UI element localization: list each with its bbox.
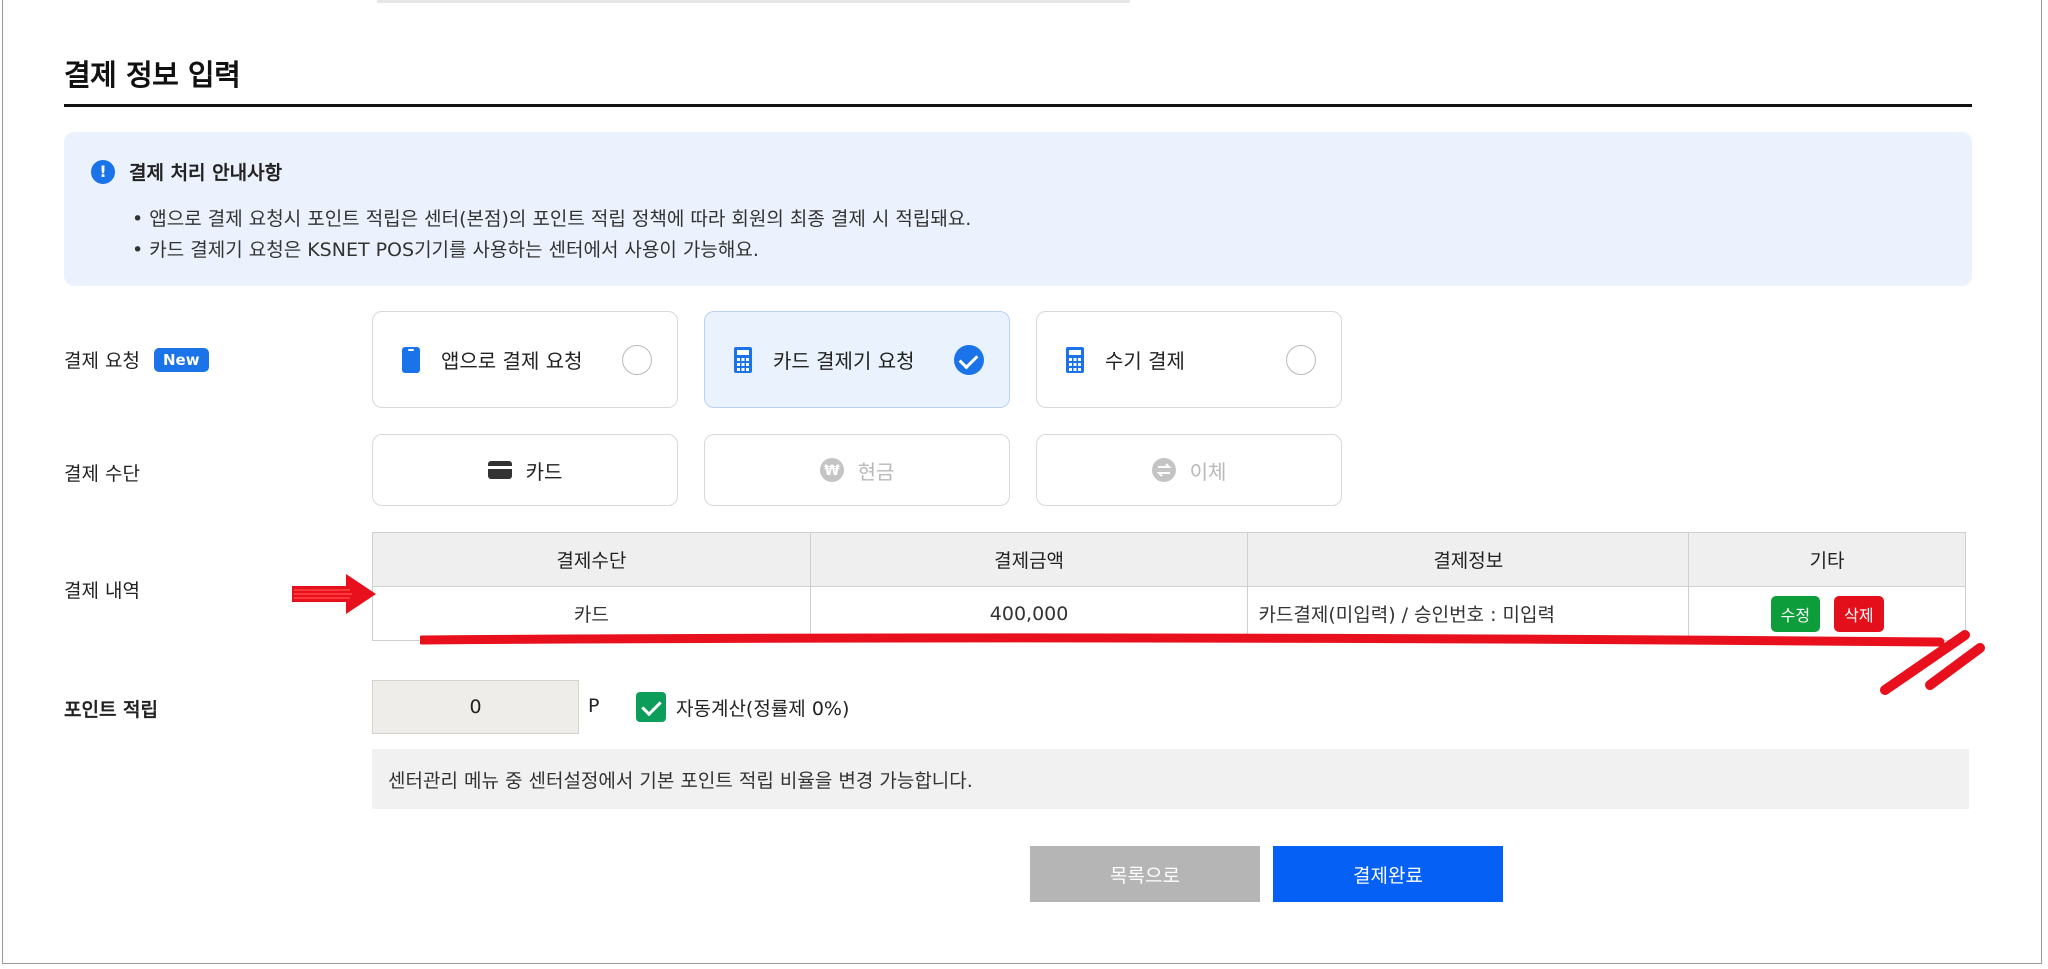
payment-history-table: 결제수단 결제금액 결제정보 기타 카드 400,000 카드결제(미입력) /… (372, 532, 1966, 641)
notice-lines: 앱으로 결제 요청시 포인트 적립은 센터(본점)의 포인트 적립 정책에 따라… (132, 204, 971, 266)
cell-info: 카드결제(미입력) / 승인번호 : 미입력 (1247, 586, 1690, 641)
top-divider (377, 0, 1130, 3)
auto-calc-label: 자동계산(정률제 0%) (676, 697, 850, 720)
method-cash-button[interactable]: ₩ 현금 (704, 434, 1010, 506)
delete-button[interactable]: 삭제 (1834, 595, 1884, 632)
option-label: 카드 결제기 요청 (773, 349, 915, 373)
table-row: 카드 400,000 카드결제(미입력) / 승인번호 : 미입력 수정 삭제 (372, 586, 1966, 641)
notice-box: ! 결제 처리 안내사항 앱으로 결제 요청시 포인트 적립은 센터(본점)의 … (64, 132, 1972, 286)
transfer-icon (1151, 458, 1176, 482)
column-header: 결제수단 (372, 532, 811, 587)
column-header: 결제정보 (1247, 532, 1690, 587)
payment-method-label: 결제 수단 (64, 459, 140, 486)
page-title: 결제 정보 입력 (64, 58, 241, 92)
points-label-text: 포인트 적립 (64, 699, 159, 721)
cell-actions: 수정 삭제 (1688, 586, 1966, 641)
notice-line: 앱으로 결제 요청시 포인트 적립은 센터(본점)의 포인트 적립 정책에 따라… (132, 204, 971, 235)
edit-button[interactable]: 수정 (1770, 595, 1821, 632)
points-input[interactable]: 0 (372, 680, 579, 734)
notice-title: 결제 처리 안내사항 (129, 162, 283, 184)
notice-header: ! 결제 처리 안내사항 (91, 158, 282, 185)
option-label: 수기 결제 (1105, 349, 1185, 373)
method-label: 카드 (525, 459, 563, 484)
won-icon: ₩ (819, 458, 844, 482)
auto-calc-option[interactable]: 자동계산(정률제 0%) (636, 692, 849, 722)
payment-request-label: 결제 요청 New (64, 346, 209, 373)
svg-text:₩: ₩ (824, 463, 840, 479)
points-label: 포인트 적립 (64, 695, 158, 722)
radio-unchecked[interactable] (1286, 345, 1316, 375)
complete-payment-button[interactable]: 결제완료 (1273, 846, 1503, 902)
option-app-request[interactable]: 앱으로 결제 요청 (372, 311, 678, 408)
notice-line: 카드 결제기 요청은 KSNET POS기기를 사용하는 센터에서 사용이 가능… (132, 235, 971, 266)
method-card-button[interactable]: 카드 (372, 434, 678, 506)
new-badge: New (153, 347, 209, 372)
method-label: 현금 (857, 459, 895, 484)
phone-icon (402, 346, 420, 373)
credit-card-icon (487, 458, 512, 482)
radio-checked[interactable] (954, 345, 984, 375)
calculator-icon (1066, 346, 1084, 373)
points-unit: P (588, 695, 600, 717)
points-hint: 센터관리 메뉴 중 센터설정에서 기본 포인트 적립 비율을 변경 가능합니다. (372, 749, 1969, 809)
option-label: 앱으로 결제 요청 (441, 349, 583, 373)
payment-request-label-text: 결제 요청 (64, 350, 140, 372)
radio-unchecked[interactable] (622, 345, 652, 375)
cell-method: 카드 (372, 586, 811, 641)
payment-method-label-text: 결제 수단 (64, 463, 140, 485)
cell-amount: 400,000 (809, 586, 1249, 641)
column-header: 결제금액 (809, 532, 1249, 587)
payment-history-label-text: 결제 내역 (64, 580, 140, 602)
card-terminal-icon (734, 346, 752, 373)
checkbox-checked[interactable] (636, 692, 666, 722)
table-header-row: 결제수단 결제금액 결제정보 기타 (372, 532, 1966, 587)
method-label: 이체 (1189, 459, 1227, 484)
payment-history-label: 결제 내역 (64, 576, 140, 603)
option-manual-payment[interactable]: 수기 결제 (1036, 311, 1342, 408)
info-icon: ! (91, 159, 115, 184)
back-to-list-button[interactable]: 목록으로 (1030, 846, 1260, 902)
title-divider (64, 104, 1972, 107)
method-transfer-button[interactable]: 이체 (1036, 434, 1342, 506)
option-card-terminal[interactable]: 카드 결제기 요청 (704, 311, 1010, 408)
column-header: 기타 (1688, 532, 1966, 587)
